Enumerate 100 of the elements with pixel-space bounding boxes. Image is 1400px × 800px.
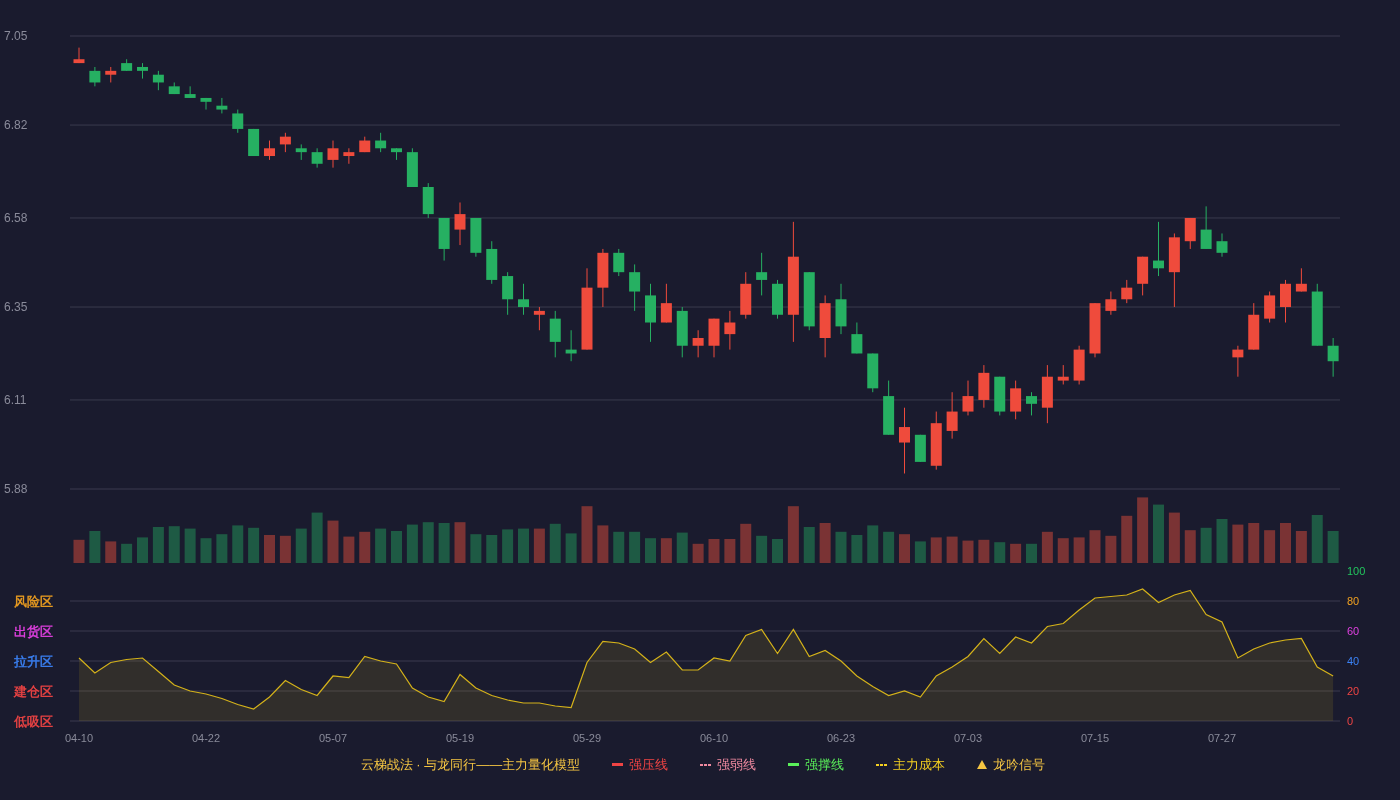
candlestick xyxy=(1010,380,1022,420)
candlestick xyxy=(89,66,101,87)
candlestick xyxy=(756,252,768,296)
legend-label: 主力成本 xyxy=(893,756,946,774)
candlestick xyxy=(168,81,180,95)
candlestick xyxy=(1216,232,1228,258)
candlestick xyxy=(216,97,228,114)
price-axis-label: 6.82 xyxy=(4,118,28,133)
candlestick xyxy=(597,248,609,308)
candlestick xyxy=(1153,221,1164,277)
date-axis-label: 05-29 xyxy=(572,732,602,744)
candlestick xyxy=(1311,283,1323,347)
indicator-axis-label: 80 xyxy=(1347,595,1360,607)
candlestick xyxy=(518,283,529,316)
candlestick xyxy=(1184,217,1196,250)
candlestick xyxy=(1121,279,1133,304)
price-axis-label: 7.05 xyxy=(4,29,28,43)
candlestick xyxy=(803,271,815,331)
candlestick xyxy=(232,109,244,134)
candlestick xyxy=(772,279,783,320)
candlestick xyxy=(930,411,942,471)
date-axis-label: 06-23 xyxy=(826,732,856,744)
candlestick xyxy=(295,143,307,161)
indicator-axis-label: 100 xyxy=(1347,565,1366,577)
date-axis-label: 04-22 xyxy=(191,732,221,744)
candlestick xyxy=(137,62,148,80)
candlestick xyxy=(1232,345,1244,378)
candlestick xyxy=(1073,345,1085,385)
candlestick xyxy=(200,97,212,111)
candlestick xyxy=(1089,302,1101,358)
candlestick xyxy=(1105,291,1117,316)
candlestick xyxy=(1137,256,1149,296)
candlestick xyxy=(359,136,371,153)
candlestick xyxy=(978,364,990,409)
candlestick xyxy=(724,310,736,351)
candlestick xyxy=(1327,337,1339,378)
candlestick xyxy=(819,294,831,358)
candlestick xyxy=(613,248,625,277)
candlestick xyxy=(184,85,196,99)
candlestick xyxy=(152,70,164,91)
zone-label: 拉升区 xyxy=(14,654,53,669)
candlestick xyxy=(549,310,561,358)
date-axis-label: 06-10 xyxy=(699,732,729,744)
candlestick xyxy=(1295,267,1307,293)
candlestick xyxy=(740,271,752,320)
candlestick xyxy=(454,202,466,246)
indicator-axis-label: 60 xyxy=(1347,625,1360,637)
date-axis-label: 07-27 xyxy=(1207,732,1237,744)
candlestick xyxy=(565,329,577,362)
candlestick xyxy=(946,391,958,440)
candlestick xyxy=(121,58,133,72)
indicator-axis-label: 20 xyxy=(1347,685,1360,697)
candlestick xyxy=(422,182,434,219)
candlestick xyxy=(279,132,291,153)
candlestick xyxy=(1057,364,1069,385)
legend-label: 强撑线 xyxy=(805,756,845,774)
candlestick xyxy=(105,66,117,83)
indicator-axis-label: 0 xyxy=(1347,715,1354,727)
candlestick xyxy=(343,147,355,165)
legend-label: 强压线 xyxy=(629,756,669,774)
candlestick xyxy=(851,322,863,354)
candlestick xyxy=(73,47,85,64)
candlestick xyxy=(962,380,974,416)
candlestick xyxy=(867,353,879,393)
candlestick xyxy=(1041,364,1053,424)
legend-label: 龙吟信号 xyxy=(993,756,1046,774)
candlestick xyxy=(914,434,926,463)
candlestick xyxy=(486,240,498,285)
candlestick xyxy=(391,147,402,161)
candlestick xyxy=(676,306,688,358)
candlestick xyxy=(899,407,910,474)
zone-label: 风险区 xyxy=(14,594,53,609)
candlestick xyxy=(264,140,275,161)
date-axis-label: 07-15 xyxy=(1080,732,1110,744)
candlestick xyxy=(533,306,545,331)
candlestick xyxy=(1200,205,1212,250)
zone-label: 建仓区 xyxy=(14,684,53,699)
date-axis-label: 07-03 xyxy=(953,732,983,744)
price-axis-label: 6.11 xyxy=(4,392,27,407)
date-axis-label: 05-19 xyxy=(445,732,475,744)
price-axis-label: 5.88 xyxy=(4,482,28,496)
indicator-axis-label: 40 xyxy=(1347,655,1360,667)
price-axis-label: 6.35 xyxy=(4,300,28,315)
candlestick xyxy=(327,140,339,169)
candlestick xyxy=(645,283,656,343)
zone-label: 低吸区 xyxy=(14,714,53,729)
candlestick xyxy=(629,263,641,312)
candlestick xyxy=(1026,391,1037,416)
candlestick xyxy=(708,318,720,358)
candlestick xyxy=(248,128,260,157)
date-axis-label: 05-07 xyxy=(318,732,348,744)
legend-label: 强弱线 xyxy=(717,756,757,774)
candlestick xyxy=(502,271,514,316)
candlestick xyxy=(692,329,704,358)
candlestick xyxy=(883,380,895,436)
candlestick xyxy=(311,147,323,169)
candlestick xyxy=(1264,291,1276,323)
zone-label: 出货区 xyxy=(14,624,53,639)
candlestick xyxy=(660,283,672,323)
candlestick xyxy=(1280,279,1291,323)
